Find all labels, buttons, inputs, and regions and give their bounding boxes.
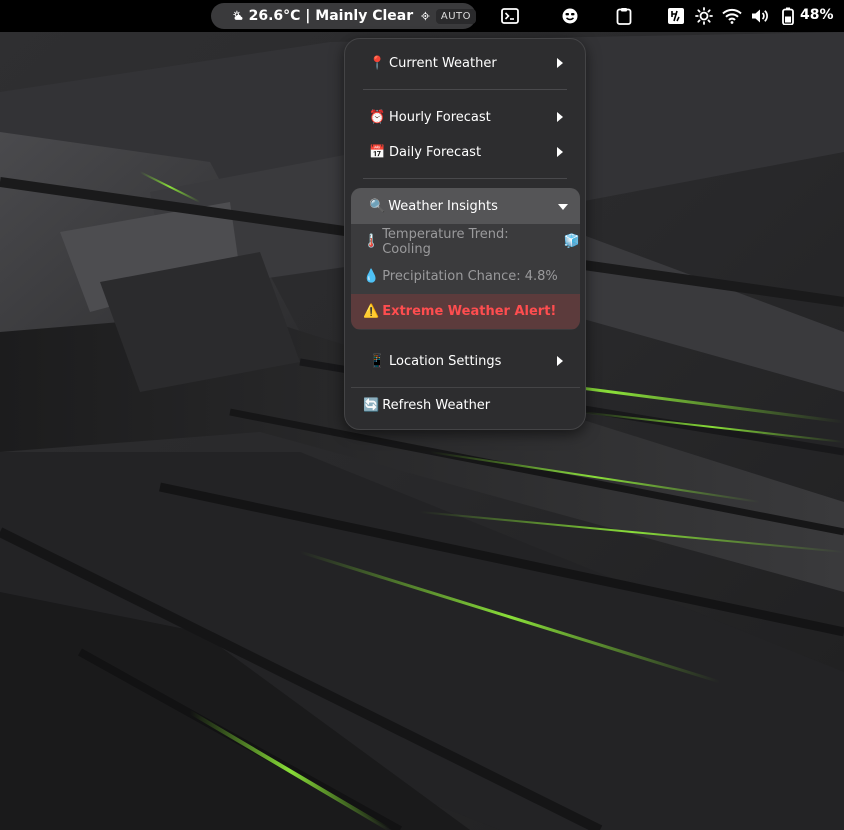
menu-item-label: Current Weather [389, 55, 497, 71]
alarm-clock-icon: ⏰ [369, 109, 386, 125]
insight-label: Temperature Trend: Cooling [382, 226, 509, 257]
pin-icon: 📍 [369, 55, 386, 71]
menu-separator [363, 89, 567, 90]
refresh-icon: 🔄 [363, 398, 380, 413]
submenu-arrow-icon [557, 112, 563, 122]
warning-icon: ⚠️ [363, 304, 380, 319]
submenu-arrow-icon [557, 58, 563, 68]
insight-temperature-trend: 🌡️ Temperature Trend: Cooling 🧊 [351, 224, 580, 259]
insight-label: Precipitation Chance: 4.8% [382, 269, 558, 284]
weather-dropdown-menu: 📍 Current Weather ⏰ Hourly Forecast 📅 Da… [344, 38, 586, 430]
weather-insights-submenu: 🔍 Weather Insights 🌡️ Temperature Trend:… [351, 188, 580, 330]
submenu-arrow-icon [557, 356, 563, 366]
menu-item-label: Daily Forecast [389, 144, 482, 160]
menu-item-label: Hourly Forecast [389, 109, 491, 125]
volume-icon[interactable] [750, 6, 770, 26]
menu-item-label: Weather Insights [388, 198, 498, 214]
menu-item-daily-forecast[interactable]: 📅 Daily Forecast [351, 135, 579, 169]
insight-precipitation-chance: 💧 Precipitation Chance: 4.8% [351, 259, 580, 294]
expand-arrow-icon [558, 204, 568, 210]
weather-indicator-button[interactable]: 26.6°C | Mainly Clear AUTO [211, 3, 476, 29]
menu-item-label: Location Settings [389, 353, 502, 369]
location-crosshair-icon [421, 11, 430, 21]
weather-summary-text: 26.6°C | Mainly Clear [248, 8, 414, 24]
brightness-icon[interactable] [694, 6, 714, 26]
menu-item-weather-insights[interactable]: 🔍 Weather Insights [351, 188, 580, 224]
partly-sunny-icon [233, 10, 243, 20]
battery-icon[interactable] [778, 6, 798, 26]
insight-extreme-weather-alert[interactable]: ⚠️ Extreme Weather Alert! [351, 294, 580, 329]
terminal-icon[interactable] [500, 6, 520, 26]
droplet-icon: 💧 [363, 269, 380, 284]
thermometer-icon: 🌡️ [363, 234, 380, 249]
auto-location-badge: AUTO [435, 8, 476, 24]
calendar-icon: 📅 [369, 144, 386, 160]
battery-percentage: 48% [800, 7, 834, 23]
menu-separator [363, 178, 567, 179]
wifi-icon[interactable] [722, 6, 742, 26]
keyboard-layout-icon[interactable] [666, 6, 686, 26]
menu-item-current-weather[interactable]: 📍 Current Weather [351, 46, 579, 80]
refresh-weather-button[interactable]: 🔄 Refresh Weather [351, 387, 580, 423]
submenu-arrow-icon [557, 147, 563, 157]
top-bar: 26.6°C | Mainly Clear AUTO 48% [0, 0, 844, 32]
mobile-phone-icon: 📱 [369, 353, 386, 369]
insight-label: Extreme Weather Alert! [382, 304, 557, 319]
clipboard-icon[interactable] [614, 6, 634, 26]
menu-item-hourly-forecast[interactable]: ⏰ Hourly Forecast [351, 100, 579, 134]
ice-cube-icon: 🧊 [563, 234, 580, 249]
menu-item-location-settings[interactable]: 📱 Location Settings [351, 344, 579, 378]
magnifier-icon: 🔍 [369, 198, 386, 214]
menu-item-label: Refresh Weather [382, 398, 491, 413]
emoji-face-icon[interactable] [560, 6, 580, 26]
